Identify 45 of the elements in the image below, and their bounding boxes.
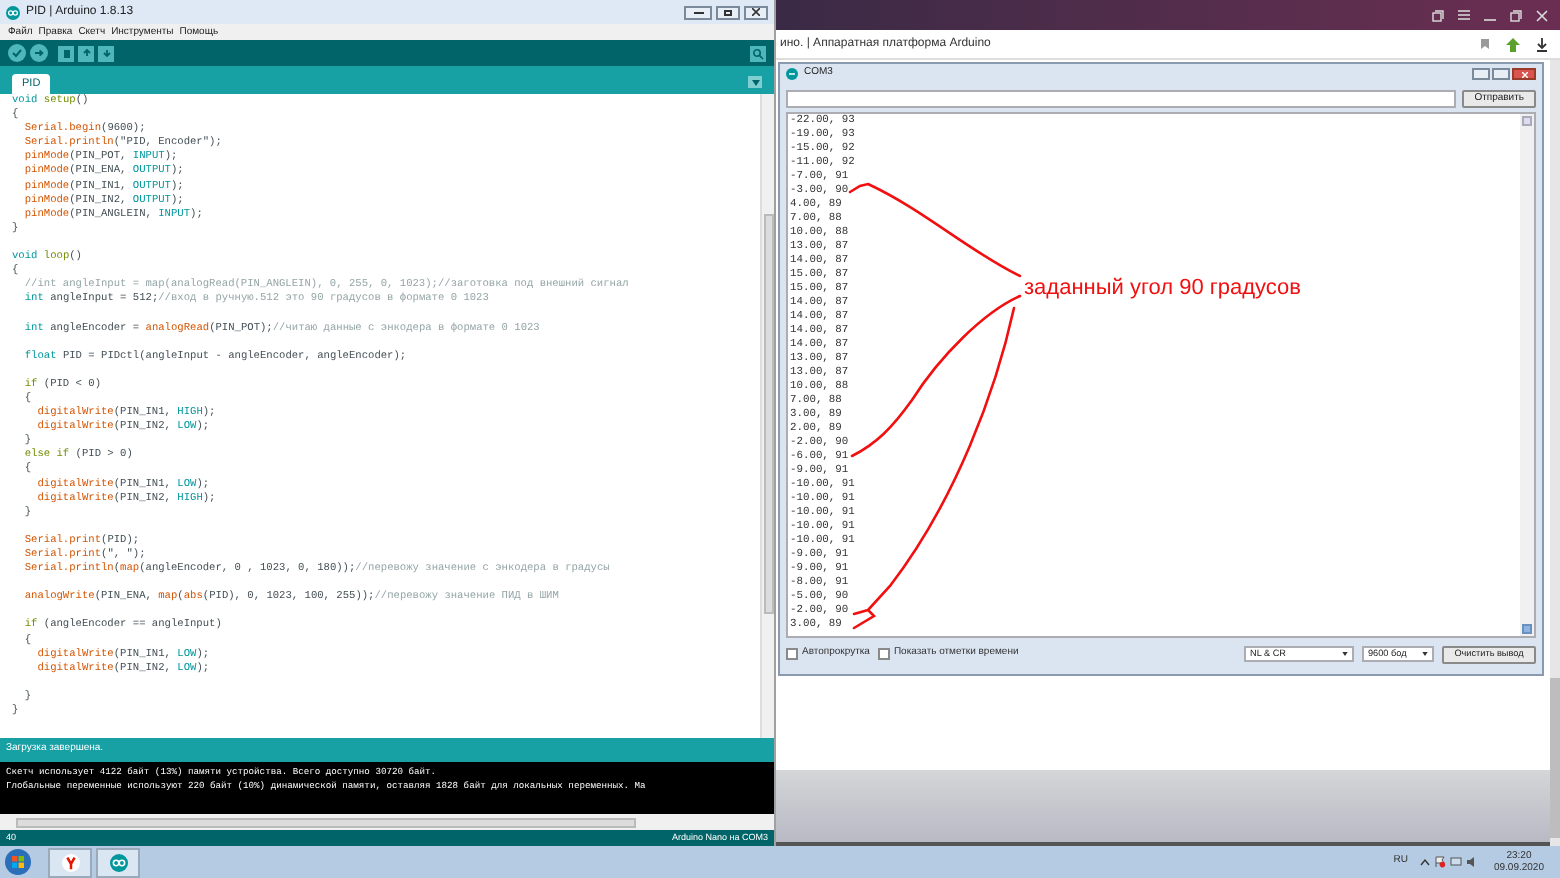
close-icon — [752, 8, 760, 16]
upload-button[interactable] — [30, 44, 48, 62]
close-button[interactable] — [1512, 68, 1536, 80]
serial-monitor-button[interactable] — [750, 45, 766, 61]
caret-icon — [751, 79, 759, 85]
magnifier-icon — [752, 47, 764, 59]
new-file-button[interactable] — [58, 45, 74, 61]
close-icon — [1521, 71, 1527, 77]
annotation-text: заданный угол 90 градусов — [1024, 274, 1301, 304]
dropdown-arrow-icon — [1422, 652, 1428, 656]
maximize-button[interactable] — [716, 5, 740, 19]
speaker-icon[interactable] — [1465, 856, 1478, 868]
right-arrow-icon — [34, 48, 44, 58]
bookmark-icon[interactable] — [1480, 38, 1490, 50]
arduino-taskbar-button[interactable] — [96, 847, 140, 877]
browser-logo-icon — [61, 853, 79, 871]
open-button[interactable] — [78, 45, 94, 61]
down-arrow-icon — [101, 48, 111, 58]
arduino-logo-icon — [786, 68, 798, 80]
horizontal-scrollbar[interactable] — [0, 814, 774, 830]
menu-icon[interactable] — [1458, 10, 1470, 20]
page-scrollbar[interactable] — [1550, 60, 1560, 846]
checkbox[interactable] — [786, 648, 798, 660]
up-arrow-icon — [81, 48, 91, 58]
close-button[interactable] — [744, 5, 768, 19]
browser-taskbar-button[interactable] — [48, 847, 92, 877]
close-icon[interactable] — [1536, 9, 1548, 21]
checkbox[interactable] — [877, 648, 890, 660]
flag-icon[interactable] — [1433, 856, 1446, 868]
vertical-scrollbar[interactable] — [760, 94, 774, 738]
checkmark-icon — [12, 48, 22, 58]
vertical-scrollbar[interactable] — [1520, 114, 1534, 636]
arduino-logo-icon — [6, 5, 20, 19]
dropdown-arrow-icon — [1342, 652, 1348, 656]
message-input-field[interactable] — [786, 89, 1457, 107]
tab-menu-button[interactable] — [748, 76, 762, 88]
tabs-icon[interactable] — [1432, 9, 1444, 21]
save-button[interactable] — [98, 45, 114, 61]
network-icon[interactable] — [1449, 856, 1462, 868]
download-icon[interactable] — [1536, 37, 1548, 51]
start-button-icon[interactable] — [4, 848, 32, 876]
verify-button[interactable] — [8, 44, 26, 62]
restore-icon[interactable] — [1510, 9, 1522, 21]
minimize-button[interactable] — [684, 5, 712, 19]
arduino-logo-icon — [109, 853, 127, 871]
